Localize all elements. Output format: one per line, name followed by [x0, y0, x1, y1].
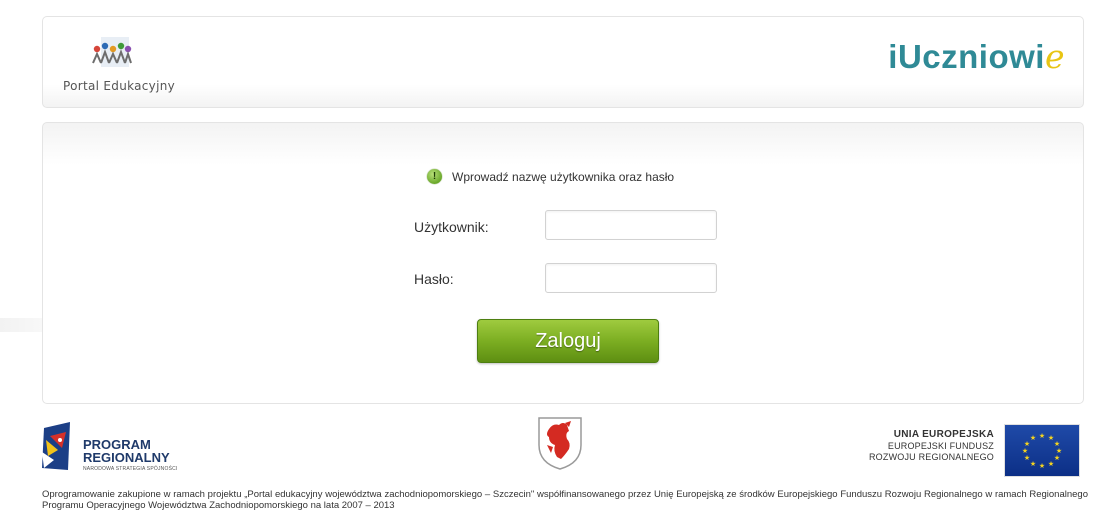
eu-line1: UNIA EUROPEJSKA — [893, 429, 994, 440]
username-input[interactable] — [545, 210, 717, 240]
svg-text:★: ★ — [1024, 454, 1030, 462]
program-line2: REGIONALNY — [83, 450, 170, 465]
coat-of-arms — [535, 415, 585, 471]
program-flag-icon — [42, 422, 70, 470]
svg-text:★: ★ — [1039, 432, 1045, 440]
svg-text:★: ★ — [1030, 434, 1036, 442]
login-panel: ! Wprowadź nazwę użytkownika oraz hasło … — [42, 122, 1084, 404]
eu-stars-icon: ★ ★ ★ ★ ★ ★ ★ ★ ★ ★ ★ ★ — [1022, 432, 1062, 470]
griffin-icon — [538, 417, 582, 470]
eu-text: UNIA EUROPEJSKA EUROPEJSKI FUNDUSZ ROZWO… — [869, 428, 994, 463]
program-regionalny-logo: PROGRAM REGIONALNY NARODOWA STRATEGIA SP… — [40, 420, 260, 480]
header: Portal Edukacyjny iUczniowie — [42, 16, 1084, 108]
info-message: ! Wprowadź nazwę użytkownika oraz hasło — [427, 169, 674, 184]
svg-text:★: ★ — [1022, 447, 1028, 455]
svg-text:★: ★ — [1054, 454, 1060, 462]
eu-flag: ★ ★ ★ ★ ★ ★ ★ ★ ★ ★ ★ ★ — [1004, 424, 1080, 477]
children-logo-icon — [92, 37, 132, 67]
brand-main: iUczniowi — [888, 38, 1045, 75]
login-button[interactable]: Zaloguj — [477, 319, 659, 363]
password-label: Hasło: — [414, 271, 454, 287]
password-input[interactable] — [545, 263, 717, 293]
portal-name: Portal Edukacyjny — [63, 79, 176, 93]
svg-text:★: ★ — [1048, 460, 1054, 468]
portal-logo[interactable]: Portal Edukacyjny — [63, 35, 203, 97]
footer-text: Oprogramowanie zakupione w ramach projek… — [42, 489, 1088, 511]
eu-line3: ROZWOJU REGIONALNEGO — [868, 452, 994, 462]
brand-accent: e — [1044, 37, 1065, 76]
eu-line2: EUROPEJSKI FUNDUSZ — [887, 441, 994, 451]
program-subtitle: NARODOWA STRATEGIA SPÓJNOŚCI — [83, 466, 178, 472]
brand-logo[interactable]: iUczniowie — [888, 37, 1065, 76]
svg-text:★: ★ — [1039, 462, 1045, 470]
exclamation-icon: ! — [427, 169, 442, 184]
username-label: Użytkownik: — [414, 219, 489, 235]
info-text: Wprowadź nazwę użytkownika oraz hasło — [452, 169, 675, 184]
svg-text:★: ★ — [1030, 460, 1036, 468]
